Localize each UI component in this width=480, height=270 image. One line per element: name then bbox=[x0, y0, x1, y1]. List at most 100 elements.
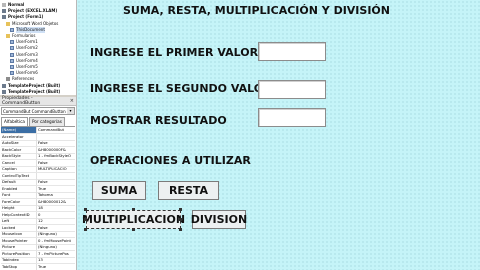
tree-item[interactable]: Normal bbox=[2, 2, 24, 8]
tree-item-label: UserForm5 bbox=[16, 64, 38, 69]
property-name: MouseIcon bbox=[1, 231, 37, 238]
property-row[interactable]: TabStop True bbox=[1, 263, 75, 270]
selection-handle[interactable] bbox=[179, 208, 182, 211]
property-value[interactable]: True bbox=[37, 186, 75, 192]
tree-item-label: UserForm3 bbox=[16, 51, 38, 57]
tree-item[interactable]: UserForm1 bbox=[10, 39, 38, 45]
property-name: (Name) bbox=[1, 127, 37, 134]
selection-handle[interactable] bbox=[84, 228, 87, 231]
property-value[interactable]: CommandBut bbox=[37, 127, 75, 133]
form-icon bbox=[10, 40, 14, 45]
property-value[interactable]: 12 bbox=[37, 218, 75, 224]
form-icon bbox=[10, 71, 14, 76]
property-value[interactable]: False bbox=[37, 140, 75, 146]
tree-item-label: ThisDocument bbox=[16, 26, 45, 33]
selection-handle[interactable] bbox=[179, 218, 182, 221]
operations-label: OPERACIONES A UTILIZAR bbox=[90, 154, 251, 167]
property-value[interactable]: 0 bbox=[37, 212, 75, 218]
suma-button[interactable]: SUMA bbox=[92, 181, 146, 200]
selection-handle[interactable] bbox=[84, 218, 87, 221]
property-value[interactable]: (Ninguno) bbox=[37, 244, 75, 250]
property-value[interactable]: 18 bbox=[37, 205, 75, 211]
property-value[interactable]: 13 bbox=[37, 257, 75, 263]
tree-item[interactable]: UserForm3 bbox=[10, 52, 38, 58]
property-name: Cancel bbox=[1, 159, 37, 166]
property-value[interactable]: Tahoma bbox=[37, 192, 75, 198]
tree-item-label: Project (EXCEL.XLAM) bbox=[8, 8, 58, 14]
selection-handle[interactable] bbox=[132, 208, 135, 211]
tree-item[interactable]: Project (EXCEL.XLAM) bbox=[2, 8, 57, 14]
result-output[interactable] bbox=[258, 108, 326, 127]
folder-icon bbox=[6, 34, 10, 38]
property-value[interactable]: True bbox=[37, 264, 75, 270]
folder-icon bbox=[6, 21, 10, 26]
tree-item[interactable]: TemplateProject (Built) bbox=[2, 83, 60, 89]
property-name: Default bbox=[1, 179, 37, 186]
tree-item-label: Microsoft Word Objetos bbox=[12, 20, 59, 26]
property-value[interactable] bbox=[37, 173, 75, 179]
property-value[interactable]: MULTIPLICACIO bbox=[37, 166, 75, 172]
tree-item[interactable]: Project (Form1) bbox=[2, 14, 43, 20]
properties-title-text: Propiedades - CommandButton bbox=[2, 96, 41, 106]
selection-handle[interactable] bbox=[84, 208, 87, 211]
resta-button[interactable]: RESTA bbox=[158, 181, 219, 200]
project-explorer-tree: Normal Project (EXCEL.XLAM) Project (Form1… bbox=[0, 0, 76, 96]
tree-item-label: Project (Form1) bbox=[8, 14, 44, 20]
property-value[interactable]: False bbox=[37, 225, 75, 231]
property-value[interactable]: 1 - fmBackStyleO bbox=[37, 153, 75, 159]
property-name: Caption bbox=[1, 166, 37, 173]
first-value-label: INGRESE EL PRIMER VALOR bbox=[90, 46, 259, 59]
property-name: HelpContextID bbox=[1, 211, 37, 218]
form-icon bbox=[10, 46, 14, 51]
tree-item[interactable]: ThisDocument bbox=[10, 26, 45, 33]
property-name: Font bbox=[1, 192, 37, 199]
property-name: BackStyle bbox=[1, 153, 37, 160]
tree-item[interactable]: TemplateProject (Built) bbox=[2, 89, 60, 95]
tree-item-label: UserForm4 bbox=[16, 57, 38, 63]
property-name: Left bbox=[1, 218, 37, 225]
result-label: MOSTRAR RESULTADO bbox=[90, 114, 227, 127]
multiplicacion-button[interactable]: MULTIPLICACION bbox=[82, 210, 185, 229]
property-value[interactable]: &H8000000F& bbox=[37, 147, 75, 153]
object-selector[interactable]: CommandBut CommandButton ▾ bbox=[1, 107, 75, 115]
close-icon[interactable]: × bbox=[70, 98, 74, 104]
property-name: Enabled bbox=[1, 185, 37, 192]
form-icon bbox=[10, 65, 14, 69]
properties-window-title: Propiedades - CommandButton × bbox=[0, 96, 76, 106]
tree-item[interactable]: UserForm2 bbox=[10, 45, 38, 51]
tab-alphabetic[interactable]: Alfabética bbox=[1, 117, 28, 126]
first-value-input[interactable] bbox=[258, 42, 326, 61]
tree-item-label: UserForm1 bbox=[16, 39, 38, 45]
proj-icon bbox=[2, 15, 6, 20]
property-value[interactable]: &H80000012& bbox=[37, 199, 75, 205]
property-value[interactable] bbox=[37, 134, 75, 140]
tree-item[interactable]: UserForm5 bbox=[10, 64, 38, 70]
tree-item[interactable]: References bbox=[6, 76, 34, 82]
tree-item[interactable]: UserForm6 bbox=[10, 70, 38, 76]
tree-item[interactable]: Formularios bbox=[6, 33, 35, 39]
proj-icon bbox=[2, 9, 6, 14]
property-value[interactable]: (Ninguno) bbox=[37, 231, 75, 237]
chevron-down-icon[interactable]: ▾ bbox=[67, 108, 74, 114]
selection-handle[interactable] bbox=[179, 228, 182, 231]
property-value[interactable]: False bbox=[37, 160, 75, 166]
division-button[interactable]: DIVISION bbox=[191, 210, 247, 229]
property-value[interactable]: False bbox=[37, 179, 75, 185]
tree-item[interactable]: Microsoft Word Objetos bbox=[6, 21, 58, 27]
selection-handle[interactable] bbox=[132, 228, 135, 231]
property-value[interactable]: 7 - fmPicturePos bbox=[37, 251, 75, 257]
tree-item-label: UserForm2 bbox=[16, 45, 38, 51]
property-name: TabIndex bbox=[1, 257, 37, 264]
tree-item-label: References bbox=[12, 76, 35, 82]
form-title: SUMA, RESTA, MULTIPLICACIÓN Y DIVISIÓN bbox=[123, 4, 390, 17]
tree-item[interactable]: UserForm4 bbox=[10, 58, 38, 64]
tree-item-label: TemplateProject (Built) bbox=[8, 88, 61, 94]
form-icon bbox=[10, 52, 14, 57]
second-value-input[interactable] bbox=[258, 80, 326, 99]
tab-categorized[interactable]: Por categorías bbox=[28, 117, 65, 126]
property-name: Locked bbox=[1, 224, 37, 231]
tree-item-label: UserForm6 bbox=[16, 70, 38, 76]
property-value[interactable]: 0 - fmMousePoint bbox=[37, 238, 75, 244]
userform-canvas[interactable]: SUMA, RESTA, MULTIPLICACIÓN Y DIVISIÓN I… bbox=[77, 0, 480, 270]
ide-left-pane: Normal Project (EXCEL.XLAM) Project (Form1… bbox=[0, 0, 77, 270]
